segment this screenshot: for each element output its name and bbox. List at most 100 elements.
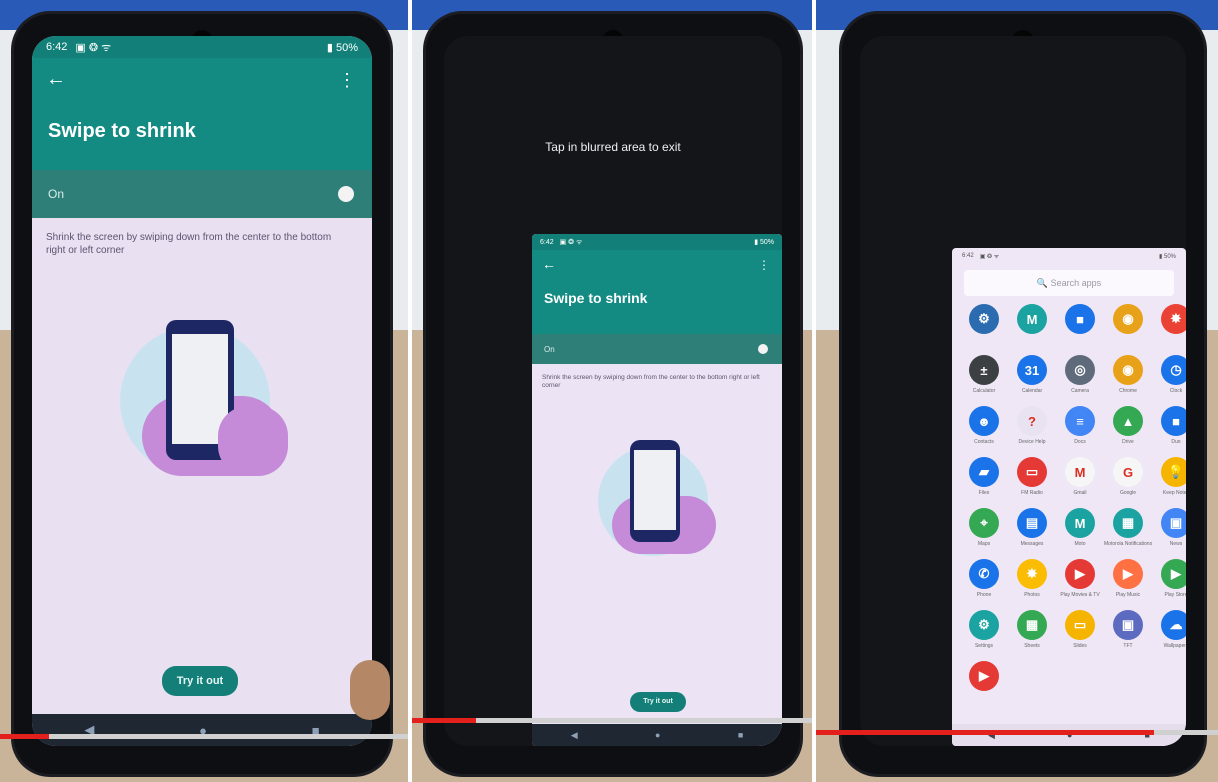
app-icon-item[interactable]: ▰ Files	[960, 457, 1008, 498]
battery-indicator: ▮ 50%	[1159, 253, 1176, 260]
app-label: Google	[1119, 490, 1137, 496]
app-icon: M	[1065, 457, 1095, 487]
app-label: Drive	[1122, 439, 1134, 445]
description-text: Shrink the screen by swiping down from t…	[542, 374, 760, 390]
video-progress-bar[interactable]	[412, 718, 812, 723]
app-toolbar: ← ⋮ Swipe to shrink	[32, 58, 372, 170]
blurred-area[interactable]: 6:42 ▣ ❂ ᯤ ▮ 50% 🔍 Search apps ⚙ M ■ ◉ ✸ ± Cal…	[860, 36, 1186, 746]
app-icon: ▣	[1113, 610, 1143, 640]
nav-bar: ◀ ● ■	[952, 724, 1186, 746]
app-label: Calendar	[1021, 388, 1043, 394]
illustration-phone-screen	[634, 450, 676, 530]
app-icon: ▭	[1017, 457, 1047, 487]
app-icon-item[interactable]: ▦ Motorola Notifications	[1104, 508, 1152, 549]
page-title: Swipe to shrink	[48, 120, 196, 142]
app-label: Play Store	[1164, 592, 1186, 598]
app-icon: G	[1113, 457, 1143, 487]
app-label: Calculator	[972, 388, 996, 394]
app-icon-item[interactable]: ▶ Play Movies & TV	[1056, 559, 1104, 600]
status-time: 6:42	[540, 238, 554, 246]
app-icon-item[interactable]: ☻ Contacts	[960, 406, 1008, 447]
app-icon: ◷	[1161, 355, 1186, 385]
nav-recents-icon[interactable]: ■	[738, 730, 743, 740]
app-icon-item[interactable]: ■	[1056, 304, 1104, 345]
app-icon-item[interactable]: ◉ Chrome	[1104, 355, 1152, 396]
app-icon-item[interactable]: ◎ Camera	[1056, 355, 1104, 396]
app-icon: ⚙	[969, 304, 999, 334]
app-label	[1056, 337, 1104, 345]
toggle-label: On	[544, 344, 555, 354]
video-progress-bar[interactable]	[816, 730, 1218, 735]
app-label: Motorola Notifications	[1104, 541, 1152, 547]
app-icon-item[interactable]: 💡 Keep Notes	[1152, 457, 1186, 498]
app-icon: ⚙	[969, 610, 999, 640]
app-label: Sheets	[1024, 643, 1040, 649]
app-icon-item[interactable]: ▣ News	[1152, 508, 1186, 549]
app-icon-item[interactable]: ▦ Sheets	[1008, 610, 1056, 651]
app-icon-item[interactable]: ? Device Help	[1008, 406, 1056, 447]
finger	[350, 660, 390, 720]
app-label: Wallpapers	[1163, 643, 1186, 649]
app-icon-item[interactable]: ✆ Phone	[960, 559, 1008, 600]
try-it-out-button[interactable]: Try it out	[630, 692, 686, 712]
toggle-switch[interactable]	[758, 344, 768, 354]
back-arrow-icon[interactable]: ←	[542, 256, 556, 272]
app-icon-item[interactable]: ▭ FM Radio	[1008, 457, 1056, 498]
app-icon-item[interactable]: M Gmail	[1056, 457, 1104, 498]
app-icon: ■	[1065, 304, 1095, 334]
nav-back-icon[interactable]: ◀	[571, 730, 578, 741]
app-icon-item[interactable]: ⚙ Settings	[960, 610, 1008, 651]
toggle-switch[interactable]	[338, 186, 354, 202]
app-label: News	[1169, 541, 1183, 547]
app-icon-item[interactable]: ✸	[1152, 304, 1186, 345]
video-progress-fill	[816, 730, 1154, 735]
app-icon-item[interactable]: ▣ TFT	[1104, 610, 1152, 651]
app-icon-item[interactable]: ▶ Play Music	[1104, 559, 1152, 600]
try-it-out-button[interactable]: Try it out	[162, 666, 238, 696]
app-icon-item[interactable]: ≡ Docs	[1056, 406, 1104, 447]
overflow-menu-icon[interactable]: ⋮	[758, 258, 770, 272]
status-icons: ▣ ❂ ᯤ	[75, 41, 112, 54]
app-icon-item[interactable]: ☁ Wallpapers	[1152, 610, 1186, 651]
overflow-menu-icon[interactable]: ⋮	[338, 70, 356, 91]
app-icon-item[interactable]: ▲ Drive	[1104, 406, 1152, 447]
shrunk-screen: 6:42 ▣ ❂ ᯤ ▮ 50% ← ⋮ Swipe to shrink On …	[532, 234, 782, 746]
app-icon-item[interactable]: M	[1008, 304, 1056, 345]
battery-indicator: ▮ 50%	[754, 239, 774, 246]
app-icon-item[interactable]: ▭ Slides	[1056, 610, 1104, 651]
app-icon-item[interactable]: ▶ Play Store	[1152, 559, 1186, 600]
app-label: Docs	[1074, 439, 1086, 445]
app-icon-item[interactable]: 31 Calendar	[1008, 355, 1056, 396]
app-icon-item[interactable]: ◷ Clock	[1152, 355, 1186, 396]
app-icon: 31	[1017, 355, 1047, 385]
app-icon-item[interactable]: ✸ Photos	[1008, 559, 1056, 600]
app-label	[960, 337, 1008, 345]
app-icon: 💡	[1161, 457, 1186, 487]
app-icon-item[interactable]: ■ Duo	[1152, 406, 1186, 447]
app-icon-item[interactable]: ⚙	[960, 304, 1008, 345]
app-icon-item[interactable]: ± Calculator	[960, 355, 1008, 396]
status-icons: ▣ ❂ ᯤ	[559, 238, 583, 246]
app-label: Device Help	[1018, 439, 1046, 445]
video-progress-bar[interactable]	[0, 734, 408, 739]
app-icon-item[interactable]: ▶	[960, 661, 1008, 702]
nav-bar: ◀ ● ■	[32, 714, 372, 746]
app-icon-item[interactable]: G Google	[1104, 457, 1152, 498]
app-label: Phone	[976, 592, 992, 598]
app-icon-item[interactable]: ⌖ Maps	[960, 508, 1008, 549]
app-icon-item[interactable]: ◉	[1104, 304, 1152, 345]
app-icon: ▤	[1017, 508, 1047, 538]
search-apps-field[interactable]: 🔍 Search apps	[964, 270, 1174, 296]
app-label: Messages	[1020, 541, 1044, 547]
app-icon-item[interactable]: M Moto	[1056, 508, 1104, 549]
back-arrow-icon[interactable]: ←	[46, 68, 66, 91]
app-label: Settings	[974, 643, 994, 649]
toggle-label: On	[48, 187, 65, 201]
toggle-row[interactable]: On	[532, 334, 782, 364]
nav-home-icon[interactable]: ●	[655, 730, 660, 740]
app-icon: M	[1065, 508, 1095, 538]
blurred-area[interactable]: Tap in blurred area to exit 6:42 ▣ ❂ ᯤ ▮…	[444, 36, 782, 746]
app-icon: ▲	[1113, 406, 1143, 436]
toggle-row[interactable]: On	[32, 170, 372, 218]
app-icon-item[interactable]: ▤ Messages	[1008, 508, 1056, 549]
